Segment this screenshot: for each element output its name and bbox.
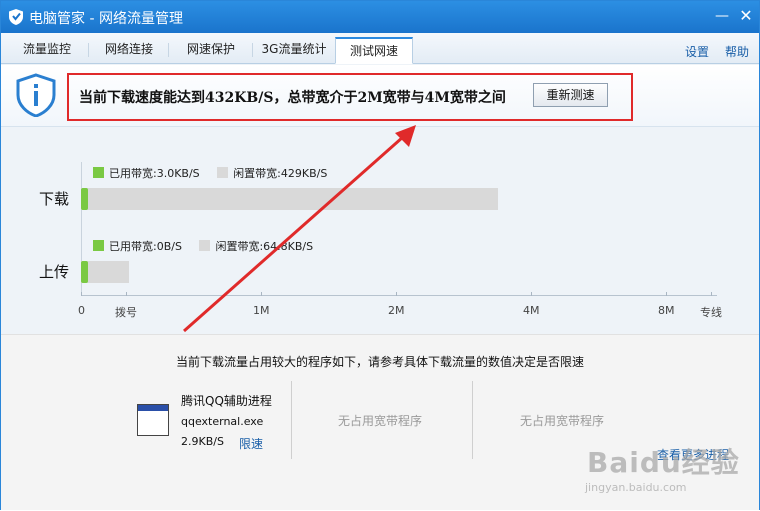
x-axis (81, 295, 717, 296)
program-name: 腾讯QQ辅助进程 (181, 394, 272, 408)
limit-speed-link[interactable]: 限速 (239, 435, 263, 452)
column-divider (472, 381, 473, 459)
watermark-sub: jingyan.baidu.com (585, 481, 687, 494)
window-titlebar-shape (138, 405, 168, 411)
upload-idle-legend: 闲置带宽:64.8KB/S (215, 240, 314, 253)
bandwidth-chart: 已用带宽:3.0KB/S 闲置带宽:429KB/S 下载 已用带宽:0B/S 闲… (1, 128, 759, 333)
window-title: 电脑管家 - 网络流量管理 (29, 11, 183, 27)
empty-slot-1: 无占用宽带程序 (338, 414, 423, 428)
upload-used-legend: 已用带宽:0B/S (109, 240, 182, 253)
tick-1m (261, 292, 262, 296)
download-label: 下载 (39, 190, 70, 208)
shield-logo-icon (9, 9, 23, 25)
upload-used-bar (81, 261, 88, 283)
tab-3g-stats[interactable]: 3G流量统计 (253, 37, 335, 64)
tick-label-8m: 8M (658, 304, 675, 317)
program-exe: qqexternal.exe (181, 415, 264, 428)
column-divider (291, 381, 292, 459)
info-shield-icon (16, 73, 56, 117)
watermark-main: Baidu经验 (587, 446, 740, 479)
idle-swatch (217, 167, 229, 178)
speed-result-banner: 当前下载速度能达到432KB/S，总带宽介于2M宽带与4M宽带之间 重新测速 (1, 65, 759, 127)
tick-4m (531, 292, 532, 296)
tab-network-connections[interactable]: 网络连接 (89, 37, 169, 64)
empty-slot-2: 无占用宽带程序 (520, 414, 605, 428)
tick-label-dialup: 拨号 (115, 306, 137, 319)
speed-result-text: 当前下载速度能达到432KB/S，总带宽介于2M宽带与4M宽带之间 (79, 90, 506, 106)
download-idle-legend: 闲置带宽:429KB/S (233, 167, 328, 180)
upload-label: 上传 (39, 263, 70, 281)
tick-label-1m: 1M (253, 304, 270, 317)
minimize-button[interactable]: — (713, 7, 731, 25)
tab-bar: 流量监控 网络连接 网速保护 3G流量统计 测试网速 设置 帮助 (1, 33, 759, 64)
used-swatch (93, 167, 104, 178)
used-swatch (93, 240, 104, 251)
tick-label-leased: 专线 (700, 306, 722, 319)
baidu-watermark: Baidu经验 jingyan.baidu.com (585, 441, 740, 494)
tick-leased (711, 292, 712, 296)
tab-traffic-monitor[interactable]: 流量监控 (5, 37, 89, 64)
tick-2m (396, 292, 397, 296)
retest-button[interactable]: 重新测速 (533, 83, 608, 107)
tick-label-2m: 2M (388, 304, 405, 317)
program-window-icon (137, 404, 169, 436)
download-legend: 已用带宽:3.0KB/S 闲置带宽:429KB/S (93, 165, 327, 181)
tick-label-0: 0 (78, 304, 85, 317)
idle-swatch (199, 240, 211, 251)
download-idle-bar (81, 188, 498, 210)
tick-8m (666, 292, 667, 296)
title-bar: 电脑管家 - 网络流量管理 — ✕ (1, 1, 759, 33)
upload-legend: 已用带宽:0B/S 闲置带宽:64.8KB/S (93, 238, 313, 254)
processes-caption: 当前下载流量占用较大的程序如下，请参考具体下载流量的数值决定是否限速 (175, 355, 584, 369)
tick-dialup (126, 292, 127, 296)
close-button[interactable]: ✕ (737, 7, 755, 25)
upload-idle-bar (81, 261, 129, 283)
tab-speed-protection[interactable]: 网速保护 (169, 37, 253, 64)
tab-speed-test[interactable]: 测试网速 (335, 37, 413, 64)
app-window: 电脑管家 - 网络流量管理 — ✕ 流量监控 网络连接 网速保护 3G流量统计 … (0, 0, 760, 510)
download-used-legend: 已用带宽:3.0KB/S (109, 167, 200, 180)
tick-0 (81, 292, 82, 296)
program-speed: 2.9KB/S (181, 435, 224, 448)
settings-link[interactable]: 设置 (685, 43, 709, 60)
help-link[interactable]: 帮助 (725, 43, 749, 60)
download-used-bar (81, 188, 88, 210)
tick-label-4m: 4M (523, 304, 540, 317)
